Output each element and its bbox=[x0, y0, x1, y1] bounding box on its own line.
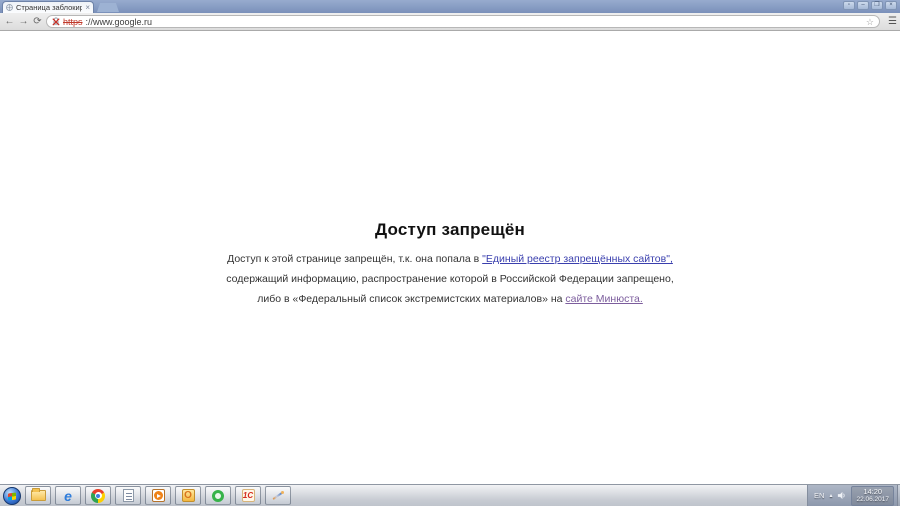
folder-icon bbox=[30, 488, 46, 501]
play-icon bbox=[151, 489, 165, 502]
page-title: Доступ запрещён bbox=[375, 220, 525, 239]
close-button[interactable]: × bbox=[885, 1, 897, 10]
tab-blocked-page[interactable]: Страница заблокирован… × bbox=[2, 1, 94, 13]
chrome-menu-icon[interactable]: ☰ bbox=[888, 16, 897, 27]
icq-flower-icon bbox=[212, 489, 224, 502]
tab-strip: Страница заблокирован… × ▫ – ❐ × bbox=[0, 0, 900, 13]
minjust-site-link[interactable]: сайте Минюста. bbox=[565, 293, 642, 305]
message-line-1: Доступ к этой странице запрещён, т.к. он… bbox=[227, 253, 673, 265]
chrome-icon bbox=[91, 488, 105, 503]
page-favicon-icon bbox=[6, 4, 13, 11]
taskbar-app-internet-explorer[interactable]: e bbox=[55, 486, 81, 505]
address-bar[interactable]: https://www.google.ru ☆ bbox=[46, 15, 880, 28]
url-scheme-stricken: https bbox=[63, 16, 83, 27]
internet-explorer-icon: e bbox=[64, 487, 72, 504]
volume-icon[interactable] bbox=[837, 491, 846, 500]
hidden-icons-chevron-icon[interactable]: ▴ bbox=[829, 492, 832, 499]
block-message: Доступ к этой странице запрещён, т.к. он… bbox=[0, 249, 900, 309]
taskbar-clock[interactable]: 14:20 22.06.2017 bbox=[851, 485, 894, 506]
1c-enterprise-icon: 1С bbox=[241, 489, 255, 502]
url-text: ://www.google.ru bbox=[85, 16, 153, 27]
registry-link[interactable]: "Единый реестр запрещённых сайтов", bbox=[482, 253, 673, 265]
taskbar-app-notes[interactable] bbox=[115, 486, 141, 505]
tab-title: Страница заблокирован… bbox=[16, 3, 83, 12]
paintbrush-icon bbox=[271, 489, 285, 503]
taskbar: e O 1С EN ▴ 14:20 22.06.2017 bbox=[0, 484, 900, 506]
outlook-icon: O bbox=[181, 489, 195, 502]
language-indicator[interactable]: EN bbox=[814, 491, 824, 500]
broken-ssl-lock-icon bbox=[52, 17, 60, 26]
taskbar-app-icq[interactable] bbox=[205, 486, 231, 505]
window-extra-button[interactable]: ▫ bbox=[843, 1, 855, 10]
taskbar-app-media-player[interactable] bbox=[145, 486, 171, 505]
clock-date: 22.06.2017 bbox=[856, 495, 889, 503]
message-line-2: содержащий информацию, распространение к… bbox=[226, 273, 674, 285]
document-icon bbox=[122, 489, 134, 502]
reload-button[interactable]: ⟳ bbox=[31, 15, 44, 29]
taskbar-app-chrome[interactable] bbox=[85, 486, 111, 505]
window-controls: ▫ – ❐ × bbox=[843, 1, 897, 10]
browser-toolbar: ← → ⟳ https://www.google.ru ☆ ☰ bbox=[0, 13, 900, 31]
taskbar-app-windows-explorer[interactable] bbox=[25, 486, 51, 505]
blocked-page-content: Доступ запрещён Доступ к этой странице з… bbox=[0, 32, 900, 484]
start-button[interactable] bbox=[3, 486, 21, 505]
bookmark-star-icon[interactable]: ☆ bbox=[866, 17, 874, 27]
taskbar-app-1c[interactable]: 1С bbox=[235, 486, 261, 505]
taskbar-app-outlook[interactable]: O bbox=[175, 486, 201, 505]
taskbar-app-paint[interactable] bbox=[265, 486, 291, 505]
windows-logo-icon bbox=[8, 492, 16, 500]
system-tray: EN ▴ 14:20 22.06.2017 bbox=[807, 485, 897, 506]
restore-button[interactable]: ❐ bbox=[871, 1, 883, 10]
new-tab-button[interactable] bbox=[97, 3, 119, 12]
back-button[interactable]: ← bbox=[3, 15, 16, 29]
forward-button[interactable]: → bbox=[17, 15, 30, 29]
minimize-button[interactable]: – bbox=[857, 1, 869, 10]
tab-close-icon[interactable]: × bbox=[85, 3, 90, 12]
message-line-3: либо в «Федеральный список экстремистски… bbox=[257, 293, 643, 305]
browser-window: Страница заблокирован… × ▫ – ❐ × ← → ⟳ h… bbox=[0, 0, 900, 484]
clock-time: 14:20 bbox=[863, 486, 883, 496]
